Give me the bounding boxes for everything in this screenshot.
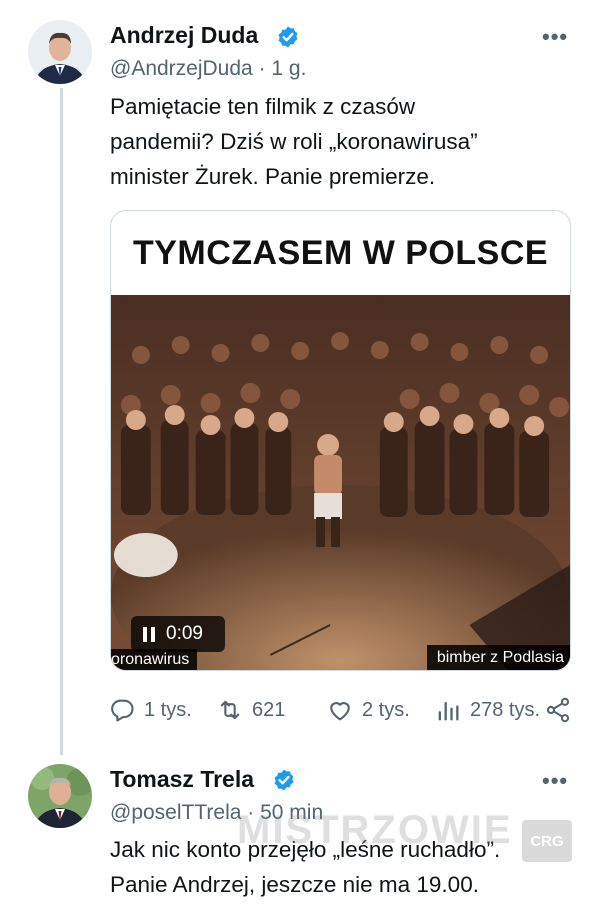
avatar-image: [28, 20, 92, 84]
tweet-text-line: Pamiętacie ten filmik z czasów: [110, 94, 416, 119]
author-handle[interactable]: @AndrzejDuda: [110, 57, 253, 80]
author-handle-line[interactable]: @AndrzejDuda · 1 g.: [110, 57, 306, 81]
video-duration: 0:09: [166, 623, 203, 644]
video-frame: [111, 295, 570, 670]
views-icon: [438, 701, 459, 721]
like-icon: [330, 702, 350, 721]
tweet-actions-bar: 1 tys. 621 2 tys. 278 tys.: [108, 692, 573, 728]
watermark-badge: CRG: [522, 820, 572, 862]
video-duration-badge[interactable]: 0:09: [131, 616, 225, 652]
reply-icon: [111, 699, 134, 722]
avatar-image: [28, 764, 92, 828]
thread-connector-line: [60, 88, 63, 755]
like-count: 2 tys.: [362, 698, 410, 721]
tweet-text-line: minister Żurek. Panie premierze.: [110, 164, 436, 189]
views-count: 278 tys.: [470, 698, 541, 721]
pause-icon[interactable]: [143, 626, 155, 642]
author-name[interactable]: Tomasz Trela: [110, 766, 254, 793]
like-button[interactable]: 2 tys.: [326, 692, 410, 728]
verified-badge-icon: [274, 769, 294, 791]
repost-button[interactable]: 621: [216, 692, 285, 728]
video-caption-right: bimber z Podlasia: [426, 645, 570, 670]
share-icon[interactable]: [544, 696, 572, 724]
repost-icon: [220, 700, 240, 720]
avatar-tomasz-trela[interactable]: [28, 764, 92, 828]
author-handle[interactable]: @poselTTrela: [110, 801, 241, 824]
avatar-andrzej-duda[interactable]: [28, 20, 92, 84]
more-options-icon[interactable]: •••: [542, 24, 568, 50]
verified-badge-icon: [278, 26, 298, 48]
video-player[interactable]: [111, 295, 570, 670]
reply-button[interactable]: 1 tys.: [108, 692, 192, 728]
author-name[interactable]: Andrzej Duda: [110, 22, 258, 49]
tweet-text-line: pandemii? Dziś w roli „koronawirusa”: [110, 129, 478, 154]
tweet-text-line: Panie Andrzej, jeszcze nie ma 19.00.: [110, 872, 479, 897]
watermark-text: MISTRZOWIE: [237, 808, 513, 852]
tweet-text: Pamiętacie ten filmik z czasów pandemii?…: [110, 89, 580, 194]
views-button[interactable]: 278 tys.: [434, 692, 540, 728]
video-title-banner: TYMCZASEM W POLSCE: [132, 233, 549, 272]
video-media[interactable]: TYMCZASEM W POLSCE 0:09 oronawirus bimbe…: [110, 210, 571, 671]
more-options-icon[interactable]: •••: [542, 768, 568, 794]
repost-count: 621: [252, 698, 286, 721]
video-caption-left: oronawirus: [111, 649, 198, 670]
tweet-time[interactable]: 1 g.: [271, 57, 306, 80]
reply-count: 1 tys.: [144, 698, 192, 721]
